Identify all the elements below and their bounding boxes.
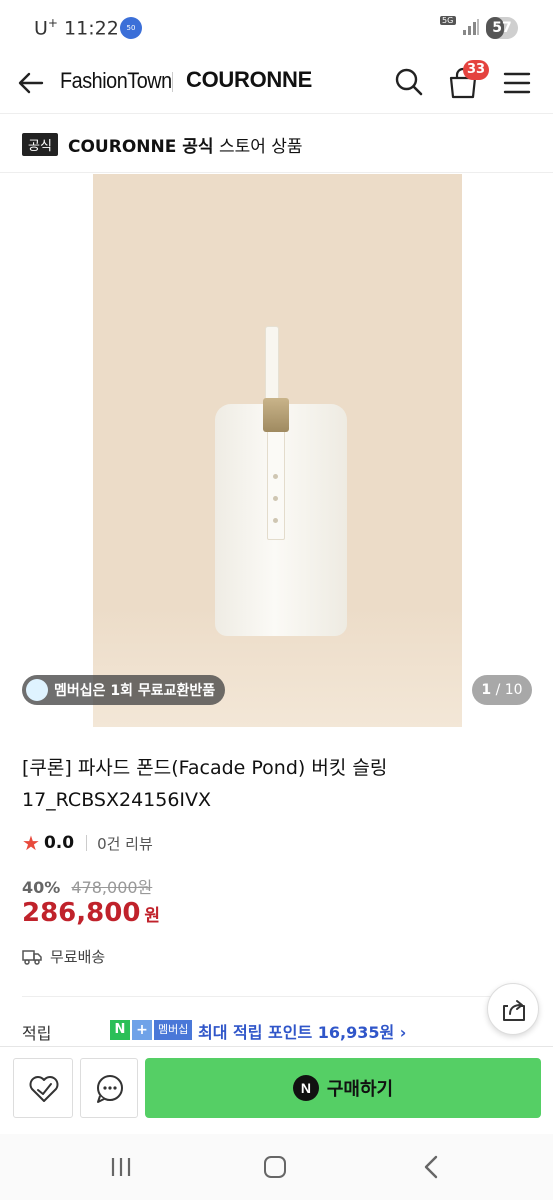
official-store-text: COURONNE 공식 스토어 상품: [68, 137, 303, 157]
header-divider: [172, 72, 173, 92]
wishlist-button[interactable]: [13, 1058, 73, 1118]
points-label: 적립: [22, 1024, 52, 1043]
bag-belt-hole: [273, 518, 278, 523]
clock: 11:22: [64, 17, 119, 40]
hamburger-menu-icon[interactable]: [502, 68, 532, 98]
membership-chip-label: 멤버십은 1회 무료교환반품: [54, 683, 216, 699]
network-type-badge: 5G: [440, 16, 456, 38]
discount-rate: 40%: [22, 878, 61, 897]
bag-buckle: [263, 398, 289, 432]
image-page-counter: 1 / 10: [472, 675, 532, 705]
original-price: 478,000원: [71, 878, 153, 897]
signal-icon: [463, 19, 479, 35]
nav-back-icon[interactable]: [420, 1154, 442, 1180]
search-icon[interactable]: [393, 66, 425, 98]
official-badge: 공식: [22, 133, 58, 156]
buy-button[interactable]: N 구매하기: [145, 1058, 541, 1118]
membership-icon: [26, 679, 48, 701]
bag-belt-hole: [273, 474, 278, 479]
delivery-truck-icon: [22, 949, 42, 965]
shipping-label: 무료배송: [50, 948, 106, 966]
naver-badge: N: [110, 1020, 130, 1040]
app-header: FashionTown COURONNE 33: [0, 56, 553, 114]
membership-chip[interactable]: 멤버십은 1회 무료교환반품: [22, 675, 226, 705]
shipping-row: 무료배송: [22, 946, 105, 967]
site-logo[interactable]: FashionTown: [60, 68, 172, 94]
bag-belt-hole: [273, 496, 278, 501]
chat-button[interactable]: [80, 1058, 138, 1118]
share-icon: [503, 1000, 525, 1021]
share-button[interactable]: [487, 983, 539, 1035]
product-title: [쿠론] 파사드 폰드(Facade Pond) 버킷 슬링 17_RCBSX2…: [22, 757, 388, 811]
points-row[interactable]: 적립 N + 멤버십 최대 적립 포인트 16,935원 ›: [22, 1018, 532, 1044]
rating-value: 0.0: [43, 833, 75, 853]
price-unit: 원: [144, 906, 161, 926]
review-count: 0건 리뷰: [97, 834, 153, 853]
product-image[interactable]: [93, 174, 462, 727]
rating-row[interactable]: ★ 0.0 0건 리뷰: [22, 830, 153, 856]
carrier-label: U+ 11:22: [34, 16, 119, 40]
membership-badge: 멤버십: [154, 1020, 193, 1040]
sale-price: 286,800: [22, 898, 141, 928]
home-icon[interactable]: [264, 1156, 286, 1178]
chat-bubble-icon: [97, 1075, 123, 1103]
status-bar: U+ 11:22 50 5G 57: [0, 0, 553, 56]
battery-icon: 57: [486, 17, 518, 39]
rating-divider: [86, 835, 88, 851]
section-divider: [22, 996, 532, 997]
back-arrow-icon[interactable]: [16, 68, 46, 98]
recent-apps-icon[interactable]: [110, 1156, 132, 1178]
brand-name[interactable]: COURONNE: [186, 67, 312, 93]
bottom-action-bar: N 구매하기: [0, 1046, 553, 1134]
bag-belt: [267, 430, 285, 540]
system-nav-bar: [0, 1134, 553, 1200]
price-row: 286,800 원: [22, 898, 160, 928]
plus-badge: +: [132, 1020, 152, 1040]
star-icon: ★: [22, 831, 40, 855]
naver-pay-icon: N: [292, 1075, 319, 1101]
official-store-banner[interactable]: 공식 COURONNE 공식 스토어 상품: [0, 115, 553, 173]
buy-button-label: 구매하기: [326, 1079, 394, 1099]
heart-check-icon: [29, 1076, 59, 1102]
discount-row: 40% 478,000원: [22, 874, 152, 898]
app-notification-icon: 50: [120, 17, 142, 39]
cart-count-badge: 33: [463, 60, 490, 80]
max-points-link[interactable]: 최대 적립 포인트 16,935원 ›: [198, 1019, 406, 1043]
